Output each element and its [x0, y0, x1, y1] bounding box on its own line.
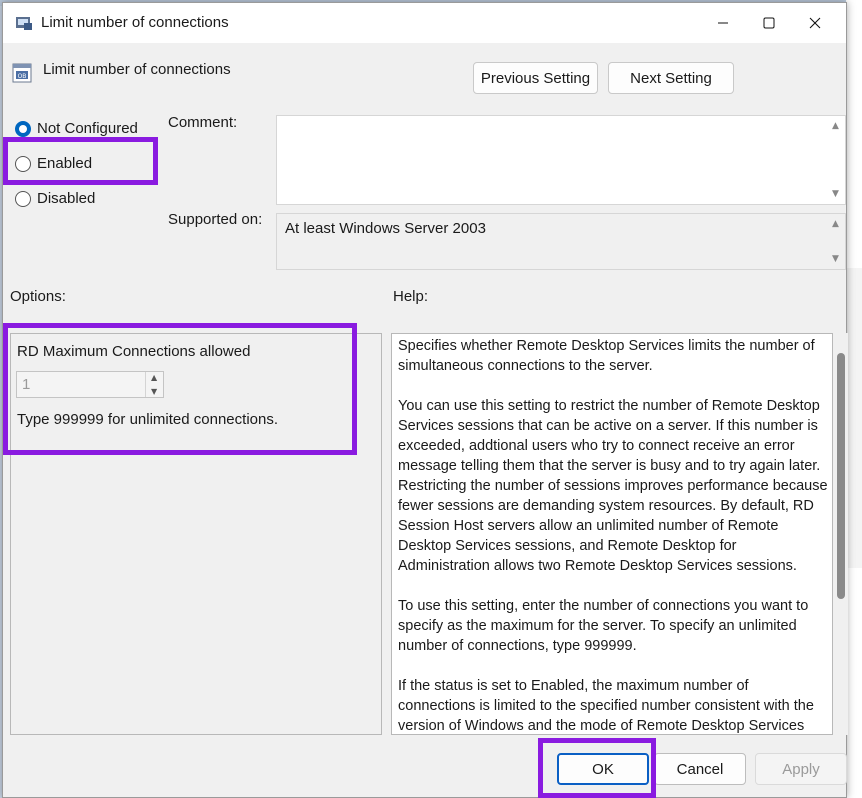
cancel-button[interactable]: Cancel — [654, 753, 746, 785]
minimize-icon — [718, 22, 728, 24]
policy-name: Limit number of connections — [43, 61, 231, 78]
max-connections-label: RD Maximum Connections allowed — [17, 343, 251, 360]
supported-scrollbar[interactable]: ▲ ▼ — [827, 214, 845, 269]
radio-indicator-checked[interactable] — [15, 120, 31, 137]
minimize-button[interactable] — [700, 3, 746, 43]
radio-disabled[interactable]: Disabled — [15, 190, 95, 207]
apply-button[interactable]: Apply — [755, 753, 847, 785]
help-paragraph: You can use this setting to restrict the… — [398, 398, 828, 574]
title-bar: Limit number of connections — [3, 3, 846, 43]
background-scrollbar — [846, 268, 862, 568]
radio-not-configured[interactable]: Not Configured — [15, 120, 138, 137]
help-paragraph: If the status is set to Enabled, the max… — [398, 678, 814, 734]
spin-up-icon[interactable]: ▲ — [151, 373, 157, 382]
radio-label: Enabled — [37, 155, 93, 172]
radio-indicator[interactable] — [15, 190, 31, 207]
max-connections-hint: Type 999999 for unlimited connections. — [17, 411, 278, 428]
next-setting-button[interactable]: Next Setting — [608, 62, 734, 94]
help-scrollbar-thumb[interactable] — [837, 353, 845, 599]
options-panel: RD Maximum Connections allowed 1 ▲ ▼ Typ… — [10, 333, 382, 735]
maximize-icon — [763, 17, 775, 29]
close-button[interactable] — [792, 3, 838, 43]
scroll-up-icon[interactable]: ▲ — [832, 219, 839, 229]
max-connections-value[interactable]: 1 — [22, 376, 30, 393]
help-label: Help: — [393, 288, 429, 305]
options-label: Options: — [10, 288, 66, 305]
help-text: Specifies whether Remote Desktop Service… — [398, 336, 828, 734]
max-connections-spinner[interactable]: 1 ▲ ▼ — [16, 371, 164, 398]
close-icon — [809, 17, 821, 29]
maximize-button[interactable] — [746, 3, 792, 43]
ok-button[interactable]: OK — [557, 753, 649, 785]
radio-label: Disabled — [37, 190, 96, 207]
background-window-edge — [846, 0, 862, 798]
policy-setting-icon: OB — [12, 63, 32, 83]
scroll-down-icon[interactable]: ▼ — [832, 189, 839, 199]
supported-on-field: At least Windows Server 2003 ▲ ▼ — [276, 213, 846, 270]
previous-setting-button[interactable]: Previous Setting — [473, 62, 598, 94]
radio-enabled[interactable]: Enabled — [15, 155, 92, 172]
policy-editor-icon — [16, 17, 32, 30]
policy-dialog: Limit number of connections OB Limit num… — [2, 2, 848, 798]
supported-on-label: Supported on: — [168, 211, 263, 228]
radio-label: Not Configured — [37, 120, 138, 137]
window-title: Limit number of connections — [41, 14, 229, 31]
radio-indicator[interactable] — [15, 155, 31, 172]
spinner-arrows[interactable]: ▲ ▼ — [145, 372, 163, 397]
help-paragraph: To use this setting, enter the number of… — [398, 598, 809, 654]
comment-textarea[interactable]: ▲ ▼ — [276, 115, 846, 205]
scroll-up-icon[interactable]: ▲ — [832, 121, 839, 131]
help-paragraph: Specifies whether Remote Desktop Service… — [398, 338, 815, 374]
svg-text:OB: OB — [18, 73, 27, 80]
comment-label: Comment: — [168, 114, 238, 131]
supported-on-value: At least Windows Server 2003 — [285, 220, 486, 237]
help-scrollbar[interactable] — [834, 333, 848, 735]
spin-down-icon[interactable]: ▼ — [151, 387, 157, 396]
help-panel: Specifies whether Remote Desktop Service… — [391, 333, 833, 735]
comment-scrollbar[interactable]: ▲ ▼ — [827, 116, 845, 204]
scroll-down-icon[interactable]: ▼ — [832, 254, 839, 264]
